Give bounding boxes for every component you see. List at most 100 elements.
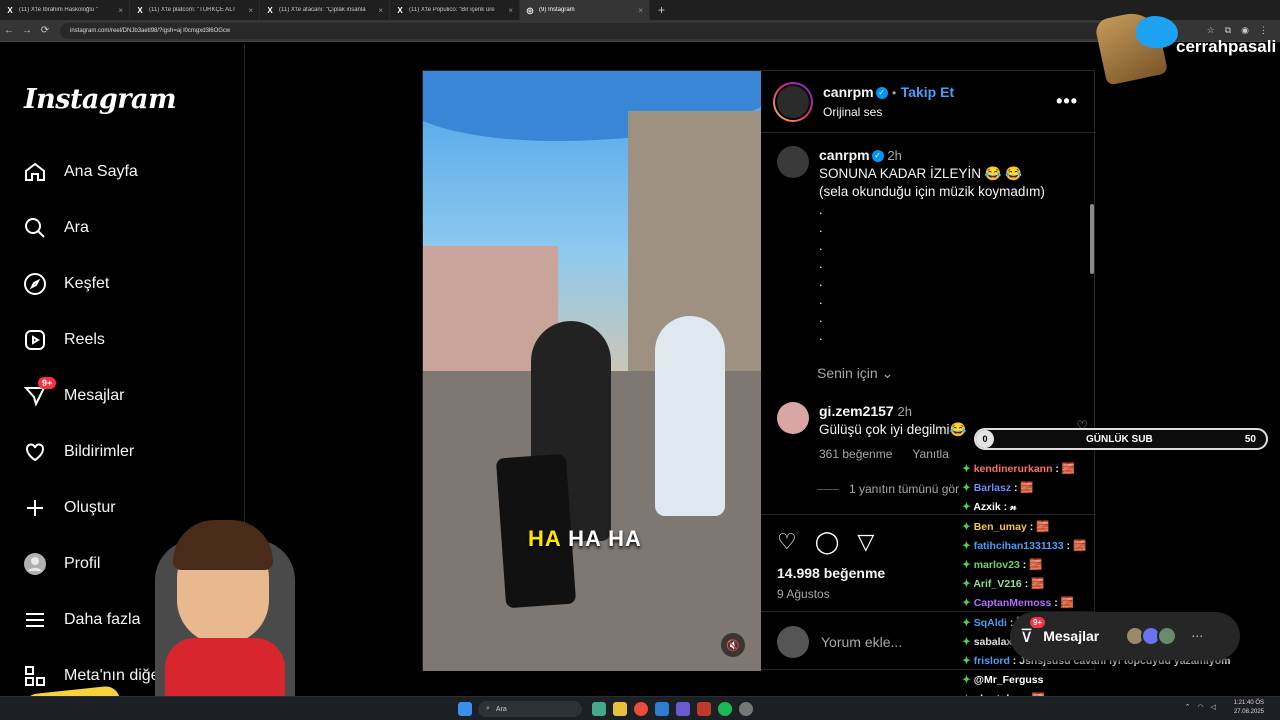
sidebar-item-reels[interactable]: Reels [22,320,105,360]
sidebar-item-mesajlar[interactable]: 9+ Mesajlar [22,376,124,416]
taskbar-search[interactable]: ⌕ Ara [478,701,582,717]
chat-text: 🧱 [1057,597,1074,610]
audio-label[interactable]: Orijinal ses [823,105,954,119]
tab-title: (11) X'te platcom: "TÜRKÇE ALT [149,7,236,13]
messages-badge: 9+ [1030,616,1046,628]
close-icon[interactable]: × [248,6,253,15]
app-icon[interactable] [697,702,711,716]
home-icon [22,159,48,185]
sidebar-item-ara[interactable]: Ara [22,208,89,248]
chrome-icon[interactable] [634,702,648,716]
chat-badge-icon: ✦ [962,597,974,610]
close-icon[interactable]: × [508,6,513,15]
chat-username: Ben_umay [973,520,1027,533]
comment-likes[interactable]: 361 beğenme [819,447,892,461]
browser-tab[interactable]: X (11) X'te İbrahim Haskoloğlu " × [0,0,130,20]
browser-tab[interactable]: X (11) X'te Populico: "Bir içerik üre × [390,0,520,20]
add-comment-input[interactable]: Yorum ekle... [821,634,902,650]
follow-button[interactable]: Takip Et [901,84,954,100]
pinned-apps [592,702,753,716]
avatar[interactable] [777,146,809,178]
view-replies[interactable]: 1 yanıtın tümünü gör [817,482,959,496]
comment-text: Gülüşü çok iyi degilmi😂 [819,422,967,437]
child-in-white-shirt [655,316,725,516]
sidebar-item-bildirimler[interactable]: Bildirimler [22,432,134,472]
system-tray: ⌃ ◠ ◁ [1185,703,1216,711]
reply-button[interactable]: Yanıtla [912,447,948,461]
sidebar-item-label: Daha fazla [64,611,141,628]
spotify-icon[interactable] [718,702,732,716]
reel-video[interactable]: HA HA HA 🔇 [423,71,761,671]
chat-message: ✦ fatihcihan1331133 : 🧱 [962,537,1280,556]
share-icon[interactable]: ▽ [857,529,874,555]
forward-icon[interactable]: → [18,25,36,36]
browser-tab[interactable]: ◎ (9) Instagram × [520,0,650,20]
tab-favicon-icon: ◎ [526,5,534,15]
chat-message: ✦ @Mr_Ferguss [962,671,1280,690]
browser-tab[interactable]: X (11) X'te afacanı: "Çıplak insanla × [260,0,390,20]
folder-icon[interactable] [613,702,627,716]
tab-favicon-icon: X [267,5,273,15]
close-icon[interactable]: × [378,6,383,15]
author-username[interactable]: canrpm [823,84,874,100]
chat-badge-icon: ✦ [962,539,974,552]
chat-username: Arif_V216 [973,578,1022,591]
edge-icon[interactable] [655,702,669,716]
chat-badge-icon: ✦ [962,463,974,475]
new-tab-button[interactable]: + [650,3,673,17]
twitter-bird-icon [1136,16,1178,48]
chat-text: 🧱 [1058,463,1075,475]
chat-username: @Mr_Ferguss [973,674,1044,687]
clock[interactable]: 1:21:40 ÖS 27.08.2025 [1234,699,1264,717]
sidebar-item-keşfet[interactable]: Keşfet [22,264,109,304]
windows-start-icon[interactable] [458,702,472,716]
app-icon[interactable] [592,702,606,716]
chevron-up-icon[interactable]: ⌃ [1185,703,1191,711]
sidebar-item-label: Profil [64,555,101,572]
sidebar-item-oluştur[interactable]: Oluştur [22,488,116,528]
caption-dot: . [819,310,823,325]
sidebar-item-label: Ana Sayfa [64,163,138,180]
messages-floating-bar[interactable]: ⊽ 9+ Mesajlar ⋯ [1010,612,1240,660]
discord-icon[interactable] [676,702,690,716]
messenger-icon: ⊽ 9+ [1020,616,1046,647]
wifi-icon[interactable]: ◠ [1198,703,1204,711]
sidebar-item-daha-fazla[interactable]: Daha fazla [22,600,141,640]
taskbar: ⌕ Ara ⌃ ◠ ◁ 1:21:40 ÖS 27.08.2025 [0,696,1280,720]
close-icon[interactable]: × [638,6,643,15]
more-options-icon[interactable]: ••• [1056,91,1078,112]
caption-line-2: (sela okunduğu için müzik koymadım) [819,184,1045,199]
caption-username[interactable]: canrpm [819,147,870,163]
more-icon[interactable]: ⋯ [1191,629,1203,643]
instagram-logo[interactable]: Instagram [24,84,177,115]
scrollbar[interactable] [1090,204,1094,274]
streamer-cartoon-avatar [145,520,300,696]
video-caption-rest: HA HA [568,526,642,551]
close-icon[interactable]: × [118,6,123,15]
comment-username[interactable]: gi.zem2157 [819,403,894,419]
obs-icon[interactable] [739,702,753,716]
avatar[interactable] [777,402,809,434]
volume-icon[interactable]: ◁ [1211,703,1216,711]
chat-username: Barlasz [973,482,1012,495]
comment-icon[interactable]: ◯ [815,529,840,555]
chat-message: ✦ Arif_V216 : 🧱 [962,575,1280,594]
address-bar[interactable]: instagram.com/reel/DNJb3aeti98/?igsh=aj … [60,22,1140,39]
post-header: canrpm ✓ • Takip Et Orijinal ses ••• [761,71,1096,133]
back-icon[interactable]: ← [0,25,18,36]
mute-icon[interactable]: 🔇 [721,633,745,657]
reload-icon[interactable]: ⟳ [36,25,54,36]
avatar [1157,626,1178,646]
like-icon[interactable]: ♡ [777,529,797,555]
caption-dot: . [819,220,823,235]
story-ring[interactable] [773,81,813,122]
caption-dot: . [819,202,823,217]
chat-badge-icon: ✦ [962,501,974,514]
browser-tab[interactable]: X (11) X'te platcom: "TÜRKÇE ALT × [130,0,260,20]
divider [817,488,839,490]
chat-username: kendinerurkann [973,463,1053,475]
sidebar-item-ana-sayfa[interactable]: Ana Sayfa [22,152,138,192]
sidebar-item-profil[interactable]: Profil [22,544,100,584]
video-caption: HA HA HA [528,526,642,552]
for-you-dropdown[interactable]: Senin için ⌄ [817,365,893,382]
